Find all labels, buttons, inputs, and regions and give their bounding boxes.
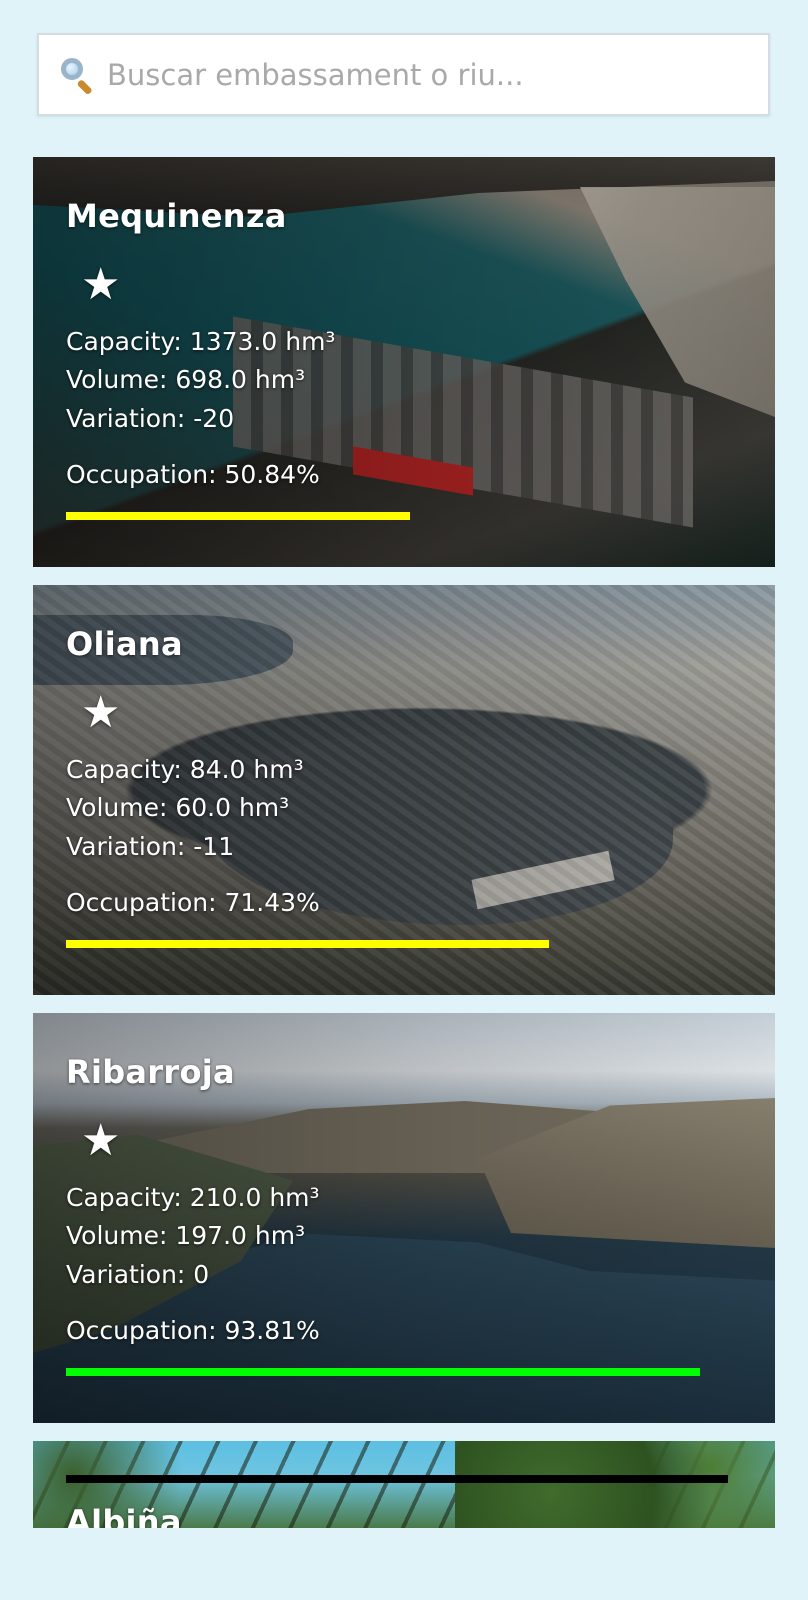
- occupation-bar: [66, 512, 742, 520]
- capacity-text: Capacity: 84.0 hm³: [66, 755, 304, 784]
- variation-text: Variation: -11: [66, 832, 235, 861]
- volume-text: Volume: 197.0 hm³: [66, 1221, 306, 1250]
- occupation-text: Occupation: 50.84%: [66, 460, 320, 489]
- search-icon: [59, 56, 97, 95]
- occupation-bar: [66, 1368, 742, 1376]
- reservoir-name: Oliana: [66, 625, 183, 663]
- reservoir-card[interactable]: Ribarroja ★ Capacity: 210.0 hm³ Volume: …: [33, 1013, 775, 1423]
- card-divider-bar: [66, 1475, 728, 1483]
- volume-text: Volume: 60.0 hm³: [66, 793, 290, 822]
- occupation-bar-fill: [66, 1368, 701, 1376]
- occupation-bar: [66, 940, 742, 948]
- reservoir-name: Ribarroja: [66, 1053, 235, 1091]
- occupation-text: Occupation: 93.81%: [66, 1316, 320, 1345]
- capacity-text: Capacity: 1373.0 hm³: [66, 327, 336, 356]
- capacity-text: Capacity: 210.0 hm³: [66, 1183, 320, 1212]
- variation-text: Variation: -20: [66, 404, 235, 433]
- favorite-star-icon[interactable]: ★: [81, 691, 120, 735]
- reservoir-name: Mequinenza: [66, 197, 287, 235]
- reservoir-name: Albiña: [66, 1503, 182, 1528]
- occupation-bar-fill: [66, 940, 549, 948]
- search-input[interactable]: [107, 44, 768, 105]
- volume-text: Volume: 698.0 hm³: [66, 365, 306, 394]
- occupation-text: Occupation: 71.43%: [66, 888, 320, 917]
- favorite-star-icon[interactable]: ★: [81, 263, 120, 307]
- reservoir-card[interactable]: Oliana ★ Capacity: 84.0 hm³ Volume: 60.0…: [33, 585, 775, 995]
- reservoir-card[interactable]: Albiña: [33, 1441, 775, 1528]
- occupation-bar-fill: [66, 512, 410, 520]
- variation-text: Variation: 0: [66, 1260, 210, 1289]
- search-bar[interactable]: [37, 33, 770, 116]
- reservoir-card[interactable]: Mequinenza ★ Capacity: 1373.0 hm³ Volume…: [33, 157, 775, 567]
- favorite-star-icon[interactable]: ★: [81, 1119, 120, 1163]
